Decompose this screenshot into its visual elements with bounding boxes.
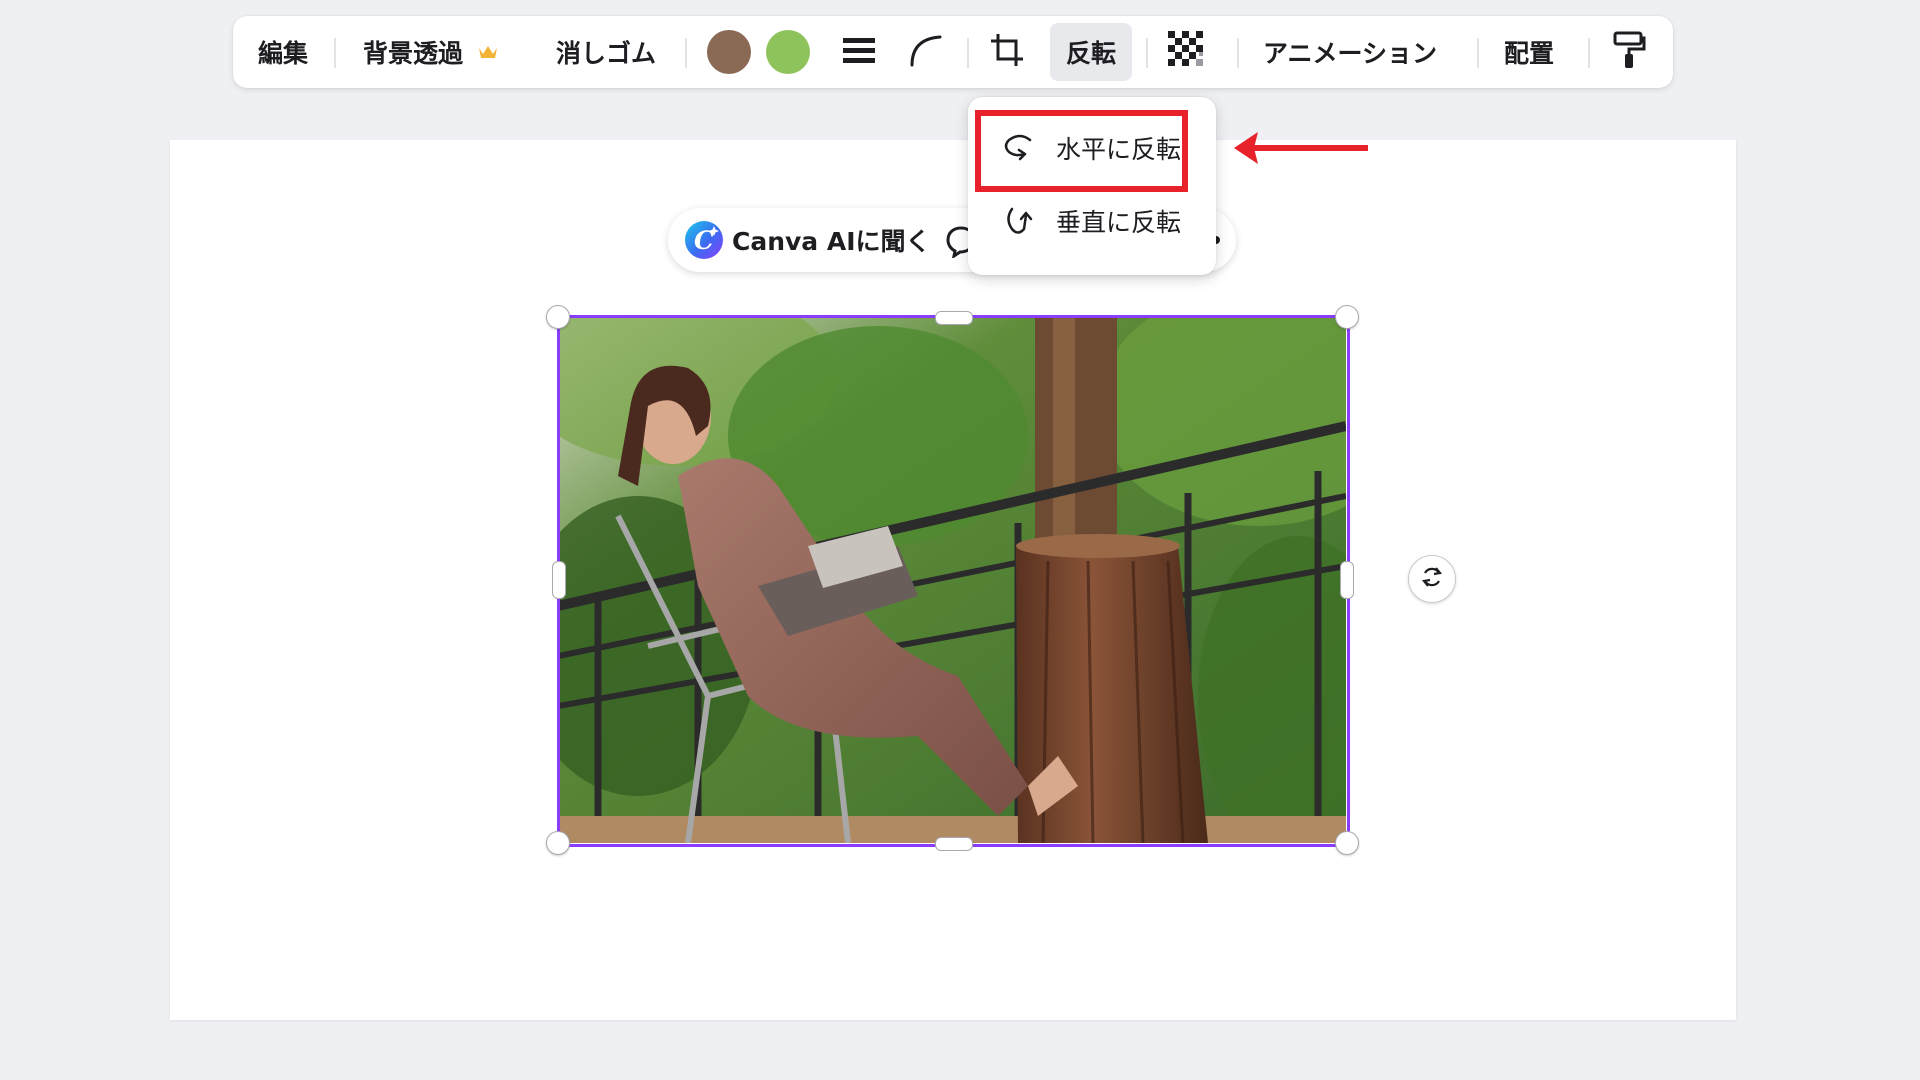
bg-remove-button[interactable]: 背景透過 <box>351 16 511 88</box>
flip-vertical-icon <box>1000 201 1040 241</box>
eraser-button[interactable]: 消しゴム <box>541 16 671 88</box>
crown-icon <box>477 43 499 61</box>
flip-button[interactable]: 反転 <box>1050 16 1132 88</box>
resize-handle-top-left[interactable] <box>546 305 570 329</box>
red-arrow-icon <box>1230 128 1370 168</box>
toolbar-divider <box>334 38 336 68</box>
arrange-label: 配置 <box>1503 39 1554 68</box>
color-swatch-green[interactable] <box>766 30 810 74</box>
toolbar-divider <box>685 38 687 68</box>
toolbar-divider <box>1477 38 1479 68</box>
top-toolbar: 編集 背景透過 消しゴム 反転 アニメーション 配置 <box>233 16 1673 88</box>
color-swatch-brown[interactable] <box>707 30 751 74</box>
copy-style-button[interactable] <box>1603 16 1655 88</box>
toolbar-divider <box>1588 38 1590 68</box>
resize-handle-bottom[interactable] <box>935 837 973 851</box>
resize-handle-bottom-left[interactable] <box>546 831 570 855</box>
eraser-label: 消しゴム <box>555 39 656 68</box>
resize-handle-right[interactable] <box>1340 561 1354 599</box>
toolbar-divider <box>1237 38 1239 68</box>
corner-rounding-button[interactable] <box>899 16 951 88</box>
flip-vertical-label: 垂直に反転 <box>1056 208 1182 237</box>
paint-roller-icon <box>1612 30 1646 74</box>
toolbar-divider <box>1146 38 1148 68</box>
corner-rounding-icon <box>908 33 942 71</box>
selected-photo[interactable] <box>558 316 1346 843</box>
bg-remove-label: 背景透過 <box>362 39 463 68</box>
resize-handle-bottom-right[interactable] <box>1335 831 1359 855</box>
toolbar-divider <box>967 38 969 68</box>
canva-ai-logo-icon: C <box>684 220 724 260</box>
flip-vertical-item[interactable]: 垂直に反転 <box>968 188 1216 254</box>
canva-ai-label: Canva AIに聞く <box>732 227 931 256</box>
highlight-box <box>975 110 1188 192</box>
resize-handle-top[interactable] <box>935 311 973 325</box>
transparency-button[interactable] <box>1161 16 1213 88</box>
resize-handle-top-right[interactable] <box>1335 305 1359 329</box>
photo-woman-with-laptop <box>558 316 1346 843</box>
animation-label: アニメーション <box>1262 39 1437 68</box>
lines-icon <box>841 35 877 69</box>
rotate-button[interactable] <box>1408 555 1456 603</box>
crop-icon <box>989 32 1025 72</box>
transparency-icon <box>1168 31 1206 73</box>
edit-button[interactable]: 編集 <box>245 16 321 88</box>
edit-label: 編集 <box>257 39 308 68</box>
rotate-icon <box>1419 564 1445 594</box>
border-style-button[interactable] <box>833 16 885 88</box>
resize-handle-left[interactable] <box>552 561 566 599</box>
animation-button[interactable]: アニメーション <box>1255 16 1445 88</box>
flip-label: 反転 <box>1065 39 1116 68</box>
crop-button[interactable] <box>981 16 1033 88</box>
arrange-button[interactable]: 配置 <box>1493 16 1565 88</box>
